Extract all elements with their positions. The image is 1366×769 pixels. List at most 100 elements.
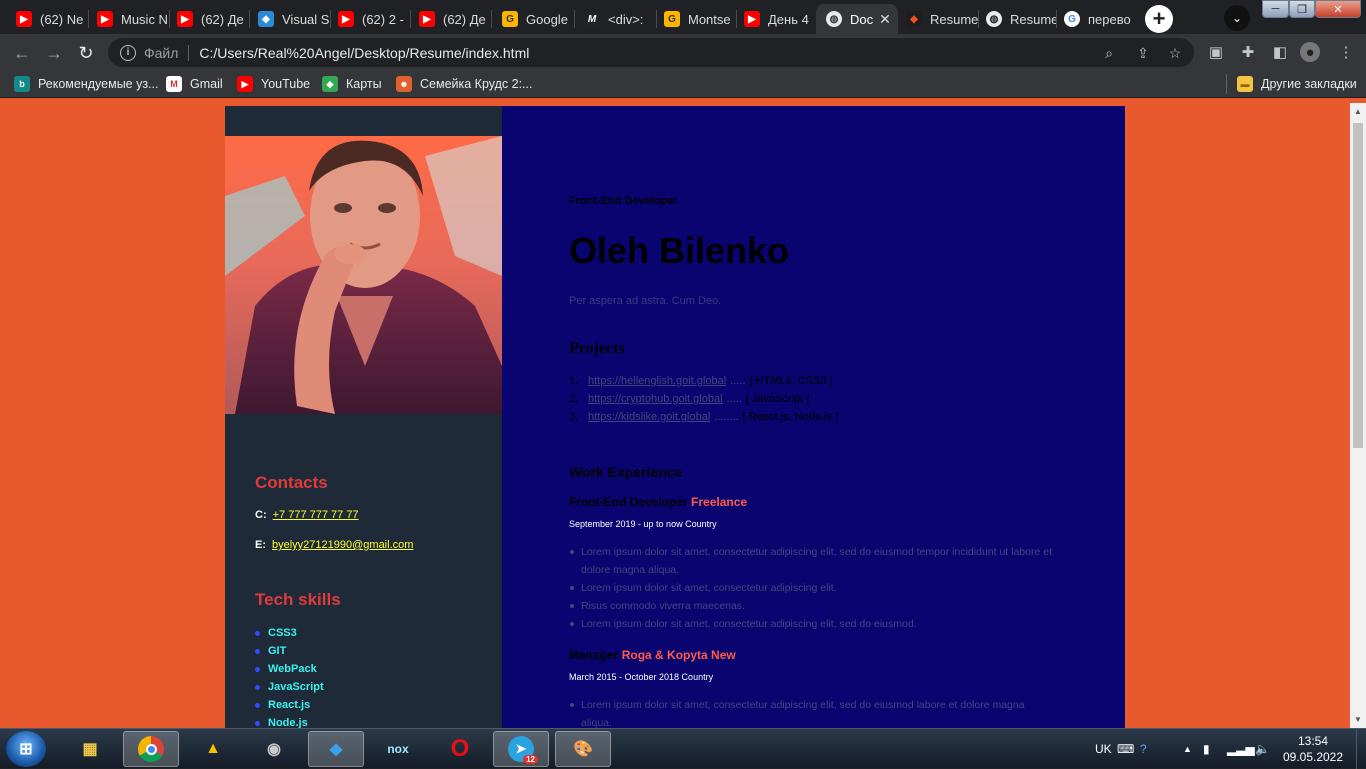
menu-dots-icon[interactable]: ⋮ bbox=[1336, 42, 1356, 62]
project-link[interactable]: https://kidslike.goit.global bbox=[588, 411, 710, 423]
bookmark-other-folder[interactable]: ▬ Другие закладки bbox=[1237, 76, 1357, 92]
job-duties: Lorem ipsum dolor sit amet, consectetur … bbox=[570, 696, 1041, 728]
address-bar[interactable]: i Файл C:/Users/Real%20Angel/Desktop/Res… bbox=[108, 38, 1194, 67]
share-icon[interactable]: ⇪ bbox=[1134, 44, 1152, 62]
tab-12[interactable]: ◆ Resume bbox=[898, 4, 978, 34]
show-desktop-button[interactable] bbox=[1356, 729, 1366, 769]
bookmark-movie[interactable]: ☻ Семейка Крудс 2:... bbox=[396, 76, 532, 92]
phone-link[interactable]: +7 777 777 77 77 bbox=[273, 509, 359, 521]
work-experience-heading: Work Experience bbox=[569, 464, 683, 480]
tab-1[interactable]: ▶ (62) Ne bbox=[0, 4, 88, 34]
tab-13[interactable]: ◍ Resume bbox=[978, 4, 1056, 34]
tray-expand-icon[interactable]: ▲ bbox=[1183, 729, 1192, 769]
bookmark-youtube[interactable]: ▶ YouTube bbox=[237, 76, 310, 92]
resume-main: Front-End Developer Oleh Bilenko Per asp… bbox=[502, 106, 1125, 728]
speaker-app-icon[interactable]: ◉ bbox=[246, 731, 302, 767]
resume-sidebar: Contacts C: +7 777 777 77 77 E: byelyy2712… bbox=[225, 106, 502, 728]
scrollbar-thumb[interactable] bbox=[1353, 123, 1363, 448]
keyboard-icon[interactable]: ⌨ bbox=[1117, 729, 1134, 769]
windows-taskbar: ⊞ ▦ ▲ ◉ ◆ nox O ➤ 12 🎨 UK ⌨ ? ▲ ▮ ▂▃▅ 🔈 1… bbox=[0, 728, 1366, 769]
language-indicator[interactable]: UK bbox=[1095, 729, 1112, 769]
bookmark-gmail[interactable]: M Gmail bbox=[166, 76, 223, 92]
help-icon[interactable]: ? bbox=[1140, 729, 1147, 769]
tab-search-chevron-icon[interactable]: ⌄ bbox=[1224, 5, 1250, 31]
job-period: March 2015 - October 2018 Country bbox=[569, 672, 714, 682]
bing-icon: b bbox=[14, 76, 30, 92]
minimize-button[interactable]: ─ bbox=[1262, 0, 1289, 18]
reload-icon[interactable]: ↻ bbox=[74, 41, 98, 65]
side-panel-icon[interactable]: ◧ bbox=[1270, 42, 1290, 62]
scroll-up-icon[interactable]: ▲ bbox=[1354, 107, 1362, 116]
phone-label: C: bbox=[255, 509, 267, 521]
globe-icon: ◍ bbox=[986, 11, 1002, 27]
maps-icon: ◆ bbox=[322, 76, 338, 92]
skill-item: JavaScript bbox=[255, 678, 324, 696]
info-icon[interactable]: i bbox=[120, 44, 136, 61]
profile-photo-image bbox=[225, 136, 502, 414]
skill-item: React.js bbox=[255, 696, 324, 714]
extensions-puzzle-icon[interactable]: ✚ bbox=[1238, 42, 1258, 62]
tab-14[interactable]: Gперево bbox=[1056, 4, 1136, 34]
motto: Per aspera ad astra. Cum Deo. bbox=[569, 295, 722, 307]
youtube-icon: ▶ bbox=[419, 11, 435, 27]
extension-icon[interactable]: ▣ bbox=[1206, 42, 1226, 62]
telegram-icon[interactable]: ➤ 12 bbox=[493, 731, 549, 767]
project-link[interactable]: https://cryptohub.goit.global bbox=[588, 393, 723, 405]
tab-10[interactable]: ▶ День 4 bbox=[728, 4, 816, 34]
profile-avatar[interactable]: ● bbox=[1300, 42, 1320, 62]
tab-2[interactable]: ▶ Music N bbox=[81, 4, 169, 34]
new-tab-button[interactable]: + bbox=[1145, 5, 1173, 33]
tab-9[interactable]: G Montse bbox=[648, 4, 736, 34]
zoom-icon[interactable]: ⌕ bbox=[1100, 44, 1118, 62]
page-viewport: Contacts C: +7 777 777 77 77 E: byelyy2712… bbox=[0, 103, 1366, 728]
profile-photo bbox=[225, 136, 502, 414]
scroll-down-icon[interactable]: ▼ bbox=[1354, 715, 1362, 724]
skill-item: WebPack bbox=[255, 660, 324, 678]
explorer-icon[interactable]: ▦ bbox=[62, 731, 118, 767]
bookmark-maps[interactable]: ◆ Карты bbox=[322, 76, 382, 92]
tab-4[interactable]: ◆ Visual S bbox=[242, 4, 330, 34]
app-triangle-icon[interactable]: ▲ bbox=[185, 731, 241, 767]
vertical-scrollbar[interactable]: ▲ ▼ bbox=[1350, 103, 1366, 728]
mdn-icon: M bbox=[584, 11, 600, 27]
tab-8[interactable]: M <div>: bbox=[568, 4, 656, 34]
bookmarks-bar: b Рекомендуемые уз... M Gmail ▶ YouTube ◆ Ка… bbox=[0, 70, 1366, 98]
network-signal-icon[interactable]: ▂▃▅ bbox=[1227, 729, 1255, 769]
paint-icon[interactable]: 🎨 bbox=[555, 731, 611, 767]
project-link[interactable]: https://hellenglish.goit.global bbox=[588, 375, 726, 387]
google-icon: G bbox=[1064, 11, 1080, 27]
back-arrow-icon[interactable]: ← bbox=[10, 41, 34, 65]
tab-5[interactable]: ▶ (62) 2 - bbox=[322, 4, 410, 34]
clock[interactable]: 13:54 09.05.2022 bbox=[1282, 733, 1344, 765]
close-tab-icon[interactable]: ✕ bbox=[879, 11, 891, 28]
bookmark-recommended[interactable]: b Рекомендуемые уз... bbox=[14, 76, 159, 92]
usb-icon[interactable]: ▮ bbox=[1203, 729, 1210, 769]
skill-item: Node.js bbox=[255, 714, 324, 728]
tab-6[interactable]: ▶ (62) Де bbox=[403, 4, 491, 34]
vscode-taskbar-icon[interactable]: ◆ bbox=[308, 731, 364, 767]
bookmark-star-icon[interactable]: ☆ bbox=[1166, 44, 1184, 62]
tab-3[interactable]: ▶ (62) Де bbox=[161, 4, 249, 34]
project-item: 2. https://cryptohub.goit.global.....[ Ja… bbox=[569, 393, 810, 405]
start-button[interactable]: ⊞ bbox=[6, 731, 46, 767]
close-window-button[interactable]: ✕ bbox=[1315, 0, 1361, 18]
nox-icon[interactable]: nox bbox=[370, 731, 426, 767]
opera-icon[interactable]: O bbox=[432, 731, 488, 767]
job-title: Manager Roga & Kopyta New bbox=[569, 648, 736, 662]
email-row: E: byelyy27121990@gmail.com bbox=[255, 539, 413, 551]
url-text[interactable]: C:/Users/Real%20Angel/Desktop/Resume/ind… bbox=[199, 45, 529, 61]
chrome-icon[interactable] bbox=[123, 731, 179, 767]
duty-item: Lorem ipsum dolor sit amet, consectetur … bbox=[570, 579, 1081, 597]
maximize-button[interactable]: ❐ bbox=[1289, 0, 1315, 18]
folder-icon: ▬ bbox=[1237, 76, 1253, 92]
movie-icon: ☻ bbox=[396, 76, 412, 92]
tech-skills-list: CSS3 GIT WebPack JavaScript React.js Nod… bbox=[255, 624, 324, 728]
youtube-icon: ▶ bbox=[237, 76, 253, 92]
duty-item: Lorem ipsum dolor sit amet, consectetur … bbox=[570, 615, 1081, 633]
clock-time: 13:54 bbox=[1297, 734, 1329, 748]
tab-11-active[interactable]: ◍ Doc ✕ bbox=[816, 4, 898, 34]
volume-icon[interactable]: 🔈 bbox=[1255, 729, 1270, 769]
tab-7[interactable]: G Google bbox=[486, 4, 574, 34]
email-link[interactable]: byelyy27121990@gmail.com bbox=[272, 539, 413, 551]
forward-arrow-icon[interactable]: → bbox=[42, 41, 66, 65]
